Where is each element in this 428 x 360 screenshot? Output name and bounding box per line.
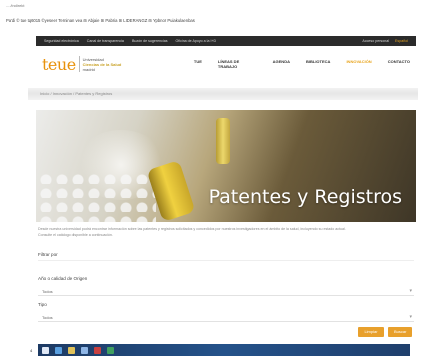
top-utility-bar: Seguridad electrónica Canal de transpare… [36,36,416,46]
origin-label: Año o calidad de Origen [38,276,88,281]
nav-item-biblioteca[interactable]: BIBLIOTECA [306,59,330,69]
app-icon[interactable] [81,346,88,354]
utility-link-4[interactable]: Oficina de Apoyo a la I+D [176,39,217,43]
page-mark: 4 [30,348,33,353]
intro-line-2: Consulte el catálogo disponible a contin… [38,233,113,237]
type-select-value: Todos [42,315,53,320]
main-nav: TUE LÍNEAS DE TRABAJO AGENDA BIBLIOTECA … [194,59,410,69]
browser-icon[interactable] [55,346,62,354]
utility-link-2[interactable]: Canal de transparencia [87,39,124,43]
start-icon[interactable] [42,346,49,354]
logo-sub-3: madrid [82,66,95,72]
personal-access-link[interactable]: Acceso personal [362,39,389,43]
intro-text: Desde nuestra universidad podrá encontra… [38,226,414,238]
filter-section-title: Filtrar por [38,252,58,257]
origin-select[interactable]: Todos ▾ [38,286,414,296]
type-select[interactable]: Todos ▾ [38,312,414,322]
spreadsheet-icon[interactable] [107,346,114,354]
folder-icon[interactable] [68,346,75,354]
utility-links: Seguridad electrónica Canal de transpare… [44,39,362,43]
language-select[interactable]: Español [395,39,408,43]
utility-link-1[interactable]: Seguridad electrónica [44,39,79,43]
nav-item-lineas[interactable]: LÍNEAS DE TRABAJO [218,59,257,69]
media-icon[interactable] [94,346,101,354]
hero-vials-background [36,170,156,222]
logo-divider [78,56,80,72]
origin-select-value: Todos [42,289,53,294]
nav-item-tue[interactable]: TUE [194,59,202,69]
search-button[interactable]: Buscar [388,327,412,337]
logo-subtitle: Universidad Ciencias de la Salud madrid [83,57,122,72]
site-header: teue Universidad Ciencias de la Salud ma… [36,46,416,82]
nav-item-agenda[interactable]: AGENDA [273,59,290,69]
filter-divider [38,260,414,261]
nav-item-contacto[interactable]: CONTACTO [388,59,410,69]
chevron-down-icon: ▾ [409,288,412,294]
clear-button[interactable]: Limpiar [358,327,384,337]
site-logo[interactable]: teue Universidad Ciencias de la Salud ma… [42,55,190,74]
bookmarks-bar: Pa'di © tue tq6015 ©yeseer Terninan vea … [0,14,428,28]
browser-address-bar[interactable]: ..../indirekt [0,0,428,12]
chevron-down-icon: ▾ [409,314,412,320]
address-text: ..../indirekt [6,3,25,8]
utility-link-3[interactable]: Buzón de sugerencias [132,39,168,43]
nav-item-innovacion[interactable]: INNOVACIÓN [346,59,371,69]
logo-word: teue [42,54,76,74]
hero-title: Patentes y Registros [208,186,402,208]
hero-vial-image-2 [216,118,230,164]
utility-right: Acceso personal Español [362,39,408,43]
os-taskbar [38,344,410,356]
type-label: Tipo [38,302,47,307]
hero-banner: Patentes y Registros [36,110,416,222]
bookmarks-text: Pa'di © tue tq6015 ©yeseer Terninan vea … [6,18,195,23]
breadcrumb[interactable]: Inicio / Innovación / Patentes y Registr… [40,91,112,96]
